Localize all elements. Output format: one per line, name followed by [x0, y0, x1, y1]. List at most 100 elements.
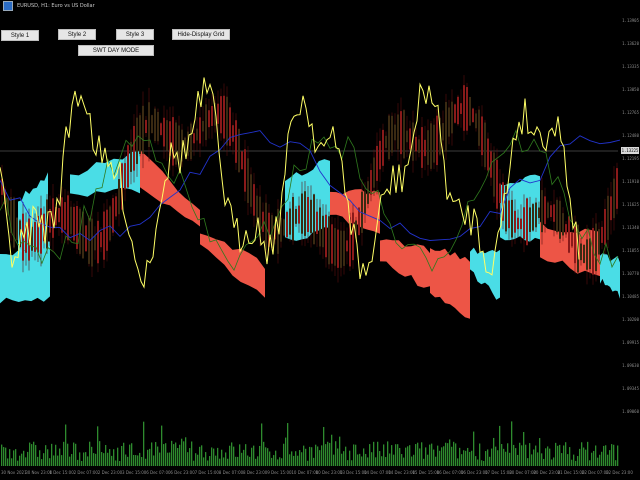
style-2-button[interactable]: Style 2 — [58, 29, 96, 40]
price-tick-label: 1.13905 — [622, 18, 639, 23]
date-tick-label: 30 Nov 23:00 — [25, 470, 53, 475]
bearish-cloud — [430, 248, 470, 319]
price-chart[interactable] — [0, 0, 640, 480]
candle-body — [379, 140, 381, 170]
volume-bar — [113, 449, 115, 466]
volume-bar — [245, 444, 247, 466]
volume-bar — [139, 452, 141, 466]
volume-bar — [105, 445, 107, 466]
candle-body — [430, 123, 432, 169]
volume-bar — [133, 454, 135, 466]
current-price-label: 1.13225 — [621, 147, 639, 154]
volume-bar — [517, 454, 519, 466]
volume-bar — [29, 442, 31, 466]
date-tick-label: 6 Dec 23:00 — [170, 470, 195, 475]
candle-body — [133, 125, 135, 171]
volume-bar — [191, 441, 193, 466]
candle-body — [157, 111, 159, 142]
volume-bar — [553, 457, 555, 466]
volume-bar — [89, 441, 91, 466]
volume-bar — [157, 446, 159, 466]
volume-bar — [211, 447, 213, 466]
volume-bar — [507, 443, 509, 466]
volume-bar — [257, 456, 259, 466]
candle-body — [163, 117, 165, 147]
volume-bar — [341, 453, 343, 466]
candle-body — [310, 199, 312, 234]
volume-bar — [227, 458, 229, 466]
candle-body — [166, 120, 168, 151]
candle-body — [544, 196, 546, 225]
volume-bar — [43, 453, 45, 466]
volume-bar — [565, 442, 567, 466]
candle-body — [385, 135, 387, 148]
volume-bar — [175, 442, 177, 466]
volume-bar — [351, 460, 353, 466]
volume-bar — [415, 444, 417, 466]
volume-bar — [495, 446, 497, 466]
volume-bar — [331, 434, 333, 466]
candle-body — [106, 209, 108, 251]
volume-bar — [411, 456, 413, 466]
candle-body — [562, 213, 564, 236]
price-tick-label: 1.09060 — [622, 409, 639, 414]
candle-body — [487, 138, 489, 171]
volume-bar — [591, 452, 593, 466]
candle-body — [322, 215, 324, 248]
volume-bar — [481, 460, 483, 466]
date-tick-label: 16 Dec 07:00 — [436, 470, 464, 475]
swt-day-mode-button[interactable]: SWT DAY MODE — [78, 45, 154, 56]
volume-bar — [491, 448, 493, 466]
hide-display-grid-button[interactable]: Hide-Display Grid — [172, 29, 230, 40]
volume-bar — [353, 444, 355, 466]
volume-bar — [173, 444, 175, 466]
candle-body — [229, 107, 231, 146]
volume-bar — [259, 445, 261, 466]
candle-body — [580, 243, 582, 261]
candle-body — [145, 119, 147, 134]
volume-bar — [397, 444, 399, 466]
volume-bar — [303, 445, 305, 466]
candle-body — [475, 113, 477, 129]
volume-bar — [345, 446, 347, 466]
volume-bar — [573, 454, 575, 466]
style-1-button[interactable]: Style 1 — [1, 30, 39, 41]
candle-body — [316, 211, 318, 234]
volume-bar — [299, 450, 301, 466]
volume-bar — [371, 452, 373, 466]
candle-body — [436, 115, 438, 166]
volume-bar — [355, 444, 357, 466]
volume-bar — [143, 421, 145, 466]
volume-bar — [287, 423, 289, 466]
volume-bar — [319, 450, 321, 466]
volume-bar — [67, 443, 69, 466]
volume-bar — [145, 458, 147, 466]
volume-bar — [119, 460, 121, 466]
candle-body — [538, 207, 540, 219]
volume-bar — [533, 449, 535, 466]
volume-bar — [567, 454, 569, 466]
volume-bar — [457, 458, 459, 466]
volume-bar — [605, 445, 607, 466]
date-tick-label: 9 Dec 15:00 — [267, 470, 292, 475]
candle-body — [202, 120, 204, 132]
volume-bar — [387, 441, 389, 466]
candle-body — [589, 238, 591, 270]
volume-bar — [423, 458, 425, 466]
volume-bar — [487, 449, 489, 466]
volume-bar — [539, 438, 541, 466]
volume-bar — [617, 445, 619, 466]
volume-bar — [5, 447, 7, 466]
candle-body — [301, 193, 303, 234]
volume-bar — [241, 452, 243, 466]
volume-bar — [373, 441, 375, 466]
volume-bar — [525, 444, 527, 466]
volume-bar — [497, 450, 499, 466]
candle-body — [463, 85, 465, 131]
style-3-button[interactable]: Style 3 — [116, 29, 154, 40]
volume-bar — [189, 448, 191, 466]
candle-body — [97, 220, 99, 264]
candle-body — [415, 136, 417, 152]
candle-body — [616, 168, 618, 209]
volume-bar — [31, 444, 33, 466]
